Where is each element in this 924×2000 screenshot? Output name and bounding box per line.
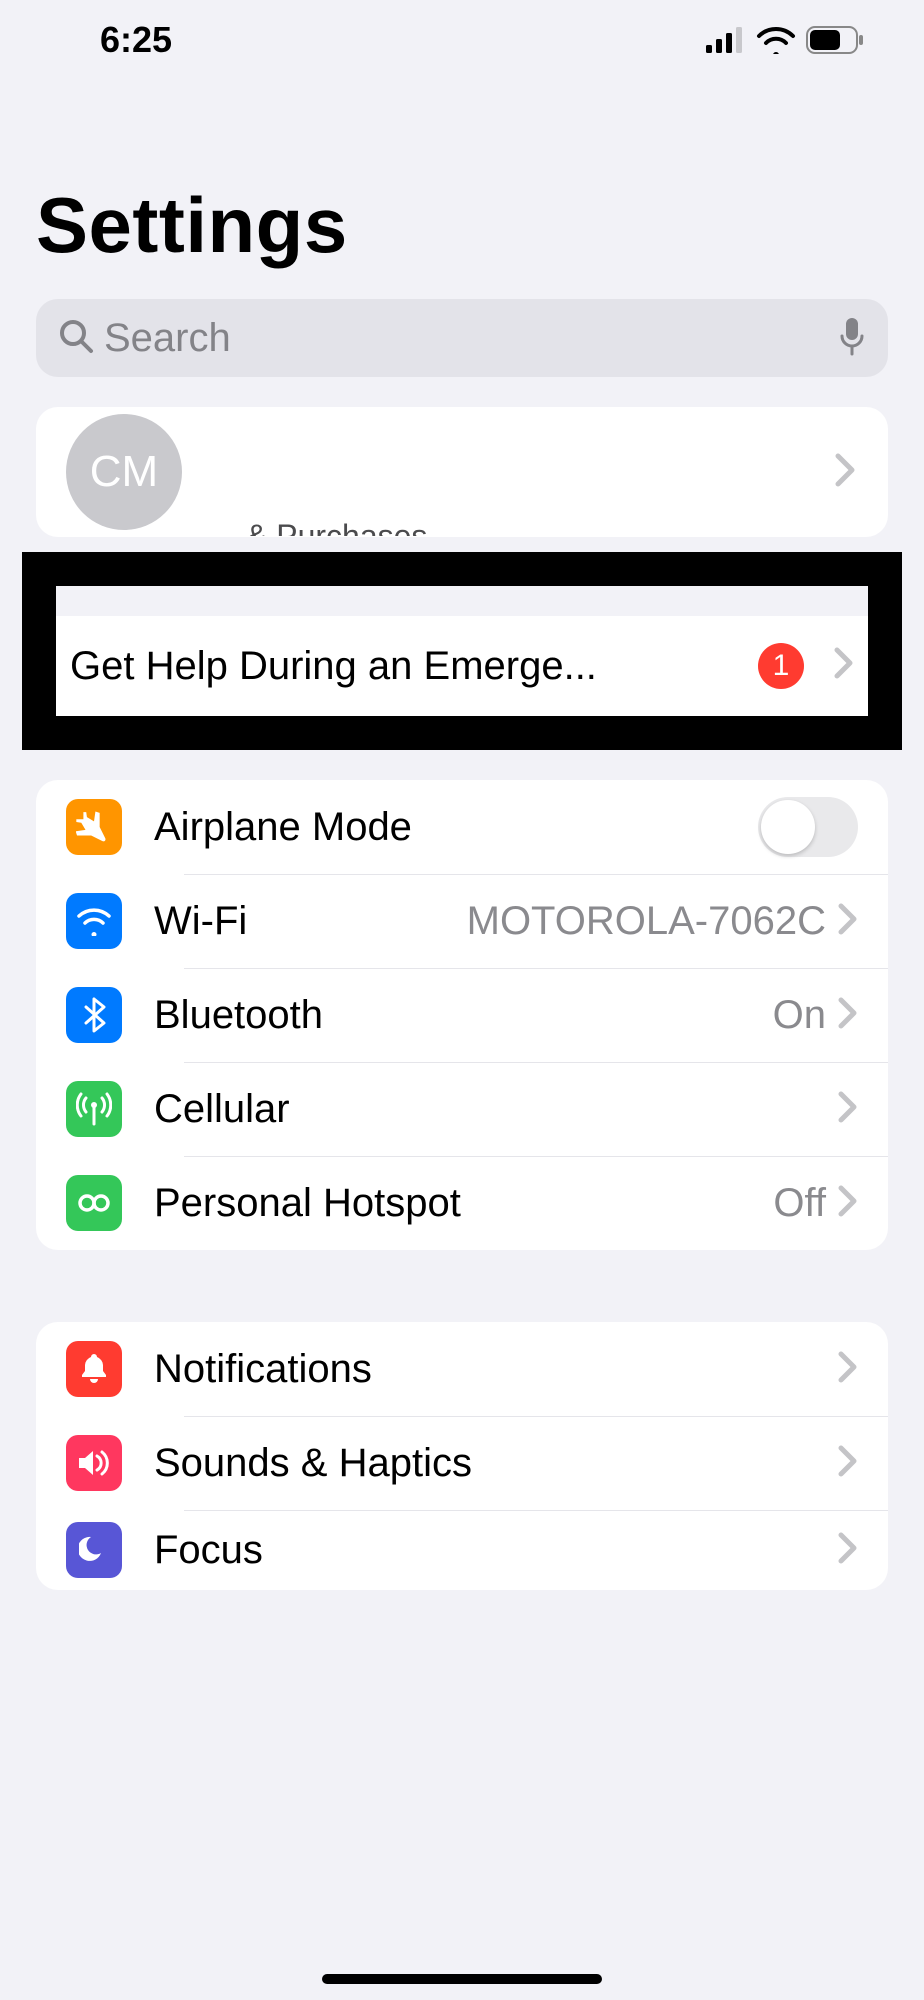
page-title: Settings <box>0 80 924 287</box>
chevron-right-icon <box>838 1091 858 1128</box>
home-indicator[interactable] <box>322 1974 602 1984</box>
notification-badge: 1 <box>758 643 804 689</box>
general-group: Notifications Sounds & Haptics Focus <box>36 1322 888 1590</box>
cellular-label: Cellular <box>154 1087 290 1132</box>
notifications-row[interactable]: Notifications <box>36 1322 888 1416</box>
search-icon <box>58 318 94 359</box>
bluetooth-label: Bluetooth <box>154 993 323 1038</box>
focus-row[interactable]: Focus <box>36 1510 888 1590</box>
sounds-row[interactable]: Sounds & Haptics <box>36 1416 888 1510</box>
status-bar: 6:25 <box>0 0 924 80</box>
bluetooth-value: On <box>773 993 826 1038</box>
wifi-icon <box>756 26 796 54</box>
connectivity-group: Airplane Mode Wi-Fi MOTOROLA-7062C Bluet… <box>36 780 888 1250</box>
chevron-right-icon <box>838 1185 858 1222</box>
speaker-icon <box>66 1435 122 1491</box>
hotspot-icon <box>66 1175 122 1231</box>
wifi-row[interactable]: Wi-Fi MOTOROLA-7062C <box>36 874 888 968</box>
chevron-right-icon <box>838 1532 858 1569</box>
emergency-label: Get Help During an Emerge... <box>70 644 758 689</box>
antenna-icon <box>66 1081 122 1137</box>
chevron-right-icon <box>834 644 854 689</box>
wifi-label: Wi-Fi <box>154 899 247 944</box>
emergency-help-row[interactable]: Get Help During an Emerge... 1 <box>56 616 868 716</box>
airplane-icon <box>66 799 122 855</box>
emergency-highlight-box: Get Help During an Emerge... 1 <box>22 552 902 750</box>
chevron-right-icon <box>838 1445 858 1482</box>
profile-row[interactable]: CM & Purchases <box>36 407 888 537</box>
airplane-label: Airplane Mode <box>154 805 412 850</box>
bluetooth-row[interactable]: Bluetooth On <box>36 968 888 1062</box>
status-icons <box>706 26 864 54</box>
status-time: 6:25 <box>100 19 172 61</box>
profile-subtitle-fragment: & Purchases <box>246 518 546 536</box>
focus-label: Focus <box>154 1528 263 1573</box>
search-bar[interactable] <box>36 299 888 377</box>
wifi-icon <box>66 893 122 949</box>
hotspot-value: Off <box>773 1181 826 1226</box>
chevron-right-icon <box>838 1351 858 1388</box>
moon-icon <box>66 1522 122 1578</box>
airplane-mode-row[interactable]: Airplane Mode <box>36 780 888 874</box>
profile-card: CM & Purchases <box>36 407 888 537</box>
cellular-signal-icon <box>706 27 746 53</box>
battery-icon <box>806 26 864 54</box>
chevron-right-icon <box>834 452 858 493</box>
avatar: CM <box>66 414 182 530</box>
chevron-right-icon <box>838 997 858 1034</box>
search-input[interactable] <box>104 316 828 361</box>
microphone-icon[interactable] <box>838 316 866 361</box>
cellular-row[interactable]: Cellular <box>36 1062 888 1156</box>
wifi-value: MOTOROLA-7062C <box>467 899 826 944</box>
bluetooth-icon <box>66 987 122 1043</box>
toggle-knob <box>761 800 815 854</box>
bell-icon <box>66 1341 122 1397</box>
airplane-toggle[interactable] <box>758 797 858 857</box>
sounds-label: Sounds & Haptics <box>154 1441 472 1486</box>
notifications-label: Notifications <box>154 1347 372 1392</box>
hotspot-row[interactable]: Personal Hotspot Off <box>36 1156 888 1250</box>
chevron-right-icon <box>838 903 858 940</box>
hotspot-label: Personal Hotspot <box>154 1181 461 1226</box>
